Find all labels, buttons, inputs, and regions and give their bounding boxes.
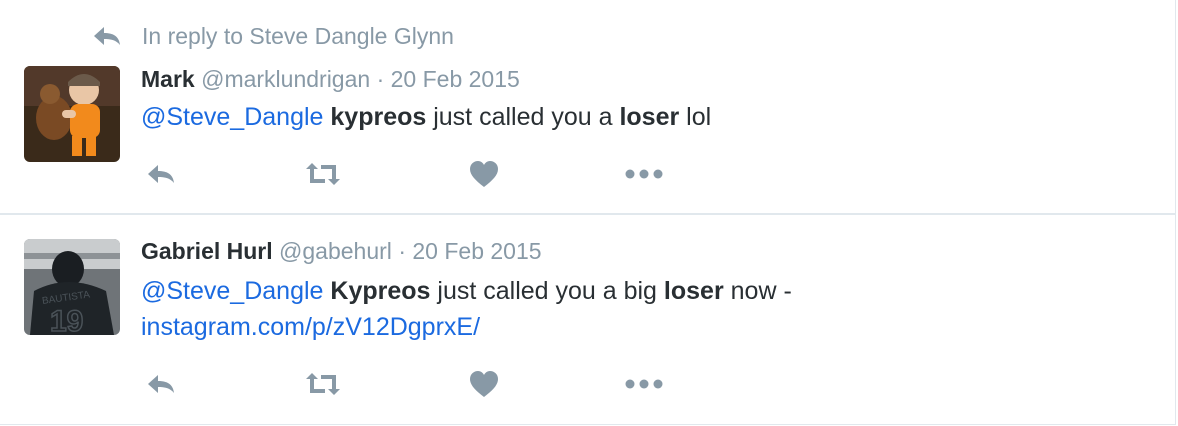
like-button[interactable] [469, 157, 499, 191]
more-options-icon [625, 169, 663, 179]
more-options-button[interactable] [625, 367, 663, 401]
tweet-text: @Steve_Dangle kypreos just called you a … [141, 99, 1141, 135]
timestamp[interactable]: 20 Feb 2015 [391, 66, 520, 92]
tweet-actions [141, 367, 701, 401]
tweet[interactable]: Mark @marklundrigan · 20 Feb 2015 @Steve… [0, 56, 1175, 213]
timestamp[interactable]: 20 Feb 2015 [412, 238, 541, 264]
retweet-icon [306, 373, 340, 395]
text-segment: just called you a [426, 103, 620, 131]
reply-button[interactable] [145, 157, 177, 191]
tweet-actions [141, 157, 701, 191]
retweet-button[interactable] [303, 367, 343, 401]
separator: · [376, 66, 385, 92]
reply-context[interactable]: In reply to Steve Dangle Glynn [92, 20, 454, 52]
avatar[interactable] [24, 66, 120, 162]
mention-link[interactable]: @Steve_Dangle [141, 277, 323, 305]
text-segment: lol [679, 103, 712, 131]
jersey-number: 19 [50, 305, 83, 335]
like-button[interactable] [469, 367, 499, 401]
text-segment: now - [723, 277, 792, 305]
avatar-photo: BAUTISTA 19 [24, 239, 120, 335]
more-options-button[interactable] [625, 157, 663, 191]
author-name[interactable]: Mark [141, 66, 195, 92]
instagram-link[interactable]: instagram.com/p/zV12DgprxE/ [141, 313, 480, 341]
bold-word: Kypreos [330, 277, 431, 305]
author-handle[interactable]: @gabehurl [279, 238, 392, 264]
bold-word: loser [663, 277, 724, 305]
bold-word: loser [619, 103, 680, 131]
reply-icon [148, 165, 174, 183]
separator: · [398, 238, 406, 264]
reply-button[interactable] [145, 367, 177, 401]
author-handle[interactable]: @marklundrigan [201, 66, 370, 92]
reply-context-label: In reply to Steve Dangle Glynn [142, 22, 454, 49]
avatar-photo [24, 66, 120, 162]
retweet-icon [306, 163, 340, 185]
tweet-header: Mark @marklundrigan · 20 Feb 2015 [141, 65, 520, 93]
more-options-icon [625, 379, 663, 389]
like-heart-icon [470, 371, 498, 397]
reply-icon [148, 375, 174, 393]
text-segment: just called you a big [430, 277, 664, 305]
tweet-header: Gabriel Hurl @gabehurl · 20 Feb 2015 [141, 237, 542, 265]
like-heart-icon [470, 161, 498, 187]
mention-link[interactable]: @Steve_Dangle [141, 103, 323, 131]
tweet-text: @Steve_Dangle Kypreos just called you a … [141, 273, 1141, 345]
reply-arrow-icon [94, 27, 120, 45]
avatar[interactable]: BAUTISTA 19 [24, 239, 120, 335]
retweet-button[interactable] [303, 157, 343, 191]
bold-word: kypreos [330, 103, 427, 131]
tweet[interactable]: BAUTISTA 19 Gabriel Hurl @gabehurl · 20 … [0, 215, 1175, 423]
author-name[interactable]: Gabriel Hurl [141, 238, 273, 264]
